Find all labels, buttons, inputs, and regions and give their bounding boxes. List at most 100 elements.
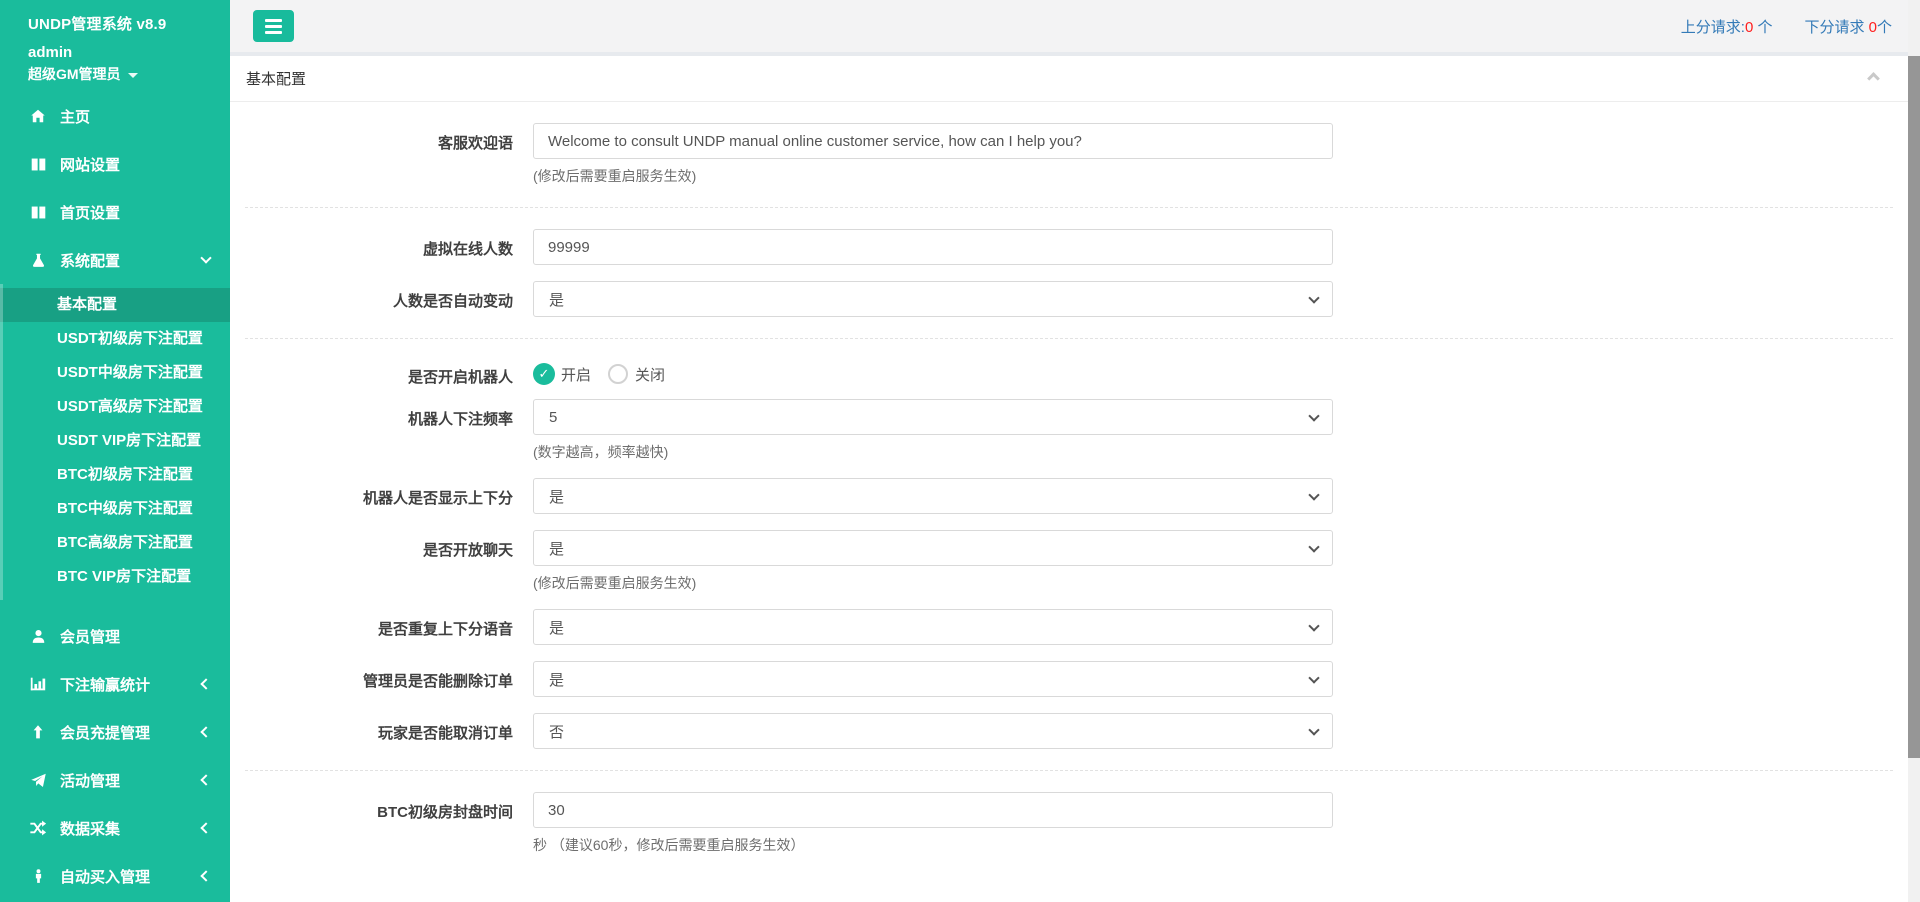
selected-value: 是 [549,669,564,690]
app-root: UNDP管理系统 v8.9 admin 超级GM管理员 主页 网站设置 [0,0,1920,902]
selected-value: 是 [549,538,564,559]
arrow-up-icon [28,722,48,742]
field-hint: 秒 （建议60秒，修改后需要重启服务生效） [533,835,1333,855]
form-row: 客服欢迎语 (修改后需要重启服务生效) [230,123,1908,186]
robot-show-updown-select[interactable]: 是 [533,478,1333,514]
down-request-count: 0 [1869,19,1877,36]
robot-enable-radio-group: ✓ 开启 关闭 [533,360,1333,385]
chevron-down-icon [1308,620,1319,631]
sidebar-toggle-button[interactable] [253,10,294,42]
down-request-stat[interactable]: 下分请求 0个 [1804,16,1892,37]
home-icon [28,106,48,126]
chevron-down-icon [1308,541,1319,552]
paper-plane-icon [28,770,48,790]
chevron-down-icon [1308,672,1319,683]
robot-bet-frequency-select[interactable]: 5 [533,399,1333,435]
sidebar-item-home[interactable]: 主页 [0,92,230,140]
sidebar-item-data-collection[interactable]: 数据采集 [0,804,230,852]
field-hint: (修改后需要重启服务生效) [533,166,1333,186]
sidebar-subitem-btc-senior-config[interactable]: BTC高级房下注配置 [0,526,230,560]
chevron-down-icon [1308,724,1319,735]
sidebar-item-label: 首页设置 [60,202,120,223]
radio-checked-icon: ✓ [533,363,555,385]
field-hint: (数字越高，频率越快) [533,442,1333,462]
btc-junior-seal-time-input[interactable] [533,792,1333,828]
field-label: 是否开放聊天 [230,530,513,593]
sidebar-item-label: 网站设置 [60,154,120,175]
sidebar-item-label: 会员管理 [60,626,120,647]
player-cancel-order-select[interactable]: 否 [533,713,1333,749]
field-label: 是否重复上下分语音 [230,609,513,645]
sidebar-item-label: 自动买入管理 [60,866,150,887]
sidebar-item-label: 系统配置 [60,250,120,271]
flask-icon [28,250,48,270]
field-label: 虚拟在线人数 [230,229,513,265]
sidebar-item-member-management[interactable]: 会员管理 [0,612,230,660]
scrollbar-thumb[interactable] [1908,56,1920,758]
chevron-down-icon [1308,292,1319,303]
form-row: 人数是否自动变动 是 [230,281,1908,317]
form-row: 机器人下注频率 5 (数字越高，频率越快) [230,399,1908,462]
sidebar-item-activity-management[interactable]: 活动管理 [0,756,230,804]
auto-change-select[interactable]: 是 [533,281,1333,317]
radio-unchecked-icon [608,364,628,384]
sidebar-item-system-config[interactable]: 系统配置 [0,236,230,284]
male-icon [28,866,48,886]
sidebar-subitem-btc-junior-config[interactable]: BTC初级房下注配置 [0,458,230,492]
welcome-message-input[interactable] [533,123,1333,159]
selected-value: 否 [549,721,564,742]
selected-value: 是 [549,289,564,310]
basic-config-form: 客服欢迎语 (修改后需要重启服务生效) 虚拟在线人数 人数是否自动 [230,102,1908,899]
user-icon [28,626,48,646]
field-label: 人数是否自动变动 [230,281,513,317]
form-row: BTC初级房封盘时间 秒 （建议60秒，修改后需要重启服务生效） [230,792,1908,855]
chevron-left-icon [200,678,211,689]
sidebar-subitem-usdt-middle-config[interactable]: USDT中级房下注配置 [0,356,230,390]
form-row: 机器人是否显示上下分 是 [230,478,1908,514]
topbar: 上分请求:0 个 下分请求 0个 [230,0,1908,52]
page-scrollbar [1908,0,1920,902]
sidebar-item-label: 下注输赢统计 [60,674,150,695]
topbar-stats: 上分请求:0 个 下分请求 0个 [1681,16,1898,37]
sidebar-subitem-basic-config[interactable]: 基本配置 [0,288,230,322]
sidebar-subitem-btc-vip-config[interactable]: BTC VIP房下注配置 [0,560,230,594]
radio-option-off[interactable]: 关闭 [607,363,665,385]
chevron-left-icon [200,774,211,785]
field-label: 机器人是否显示上下分 [230,478,513,514]
sidebar-item-bet-winloss-stats[interactable]: 下注输赢统计 [0,660,230,708]
sidebar-nav: 主页 网站设置 首页设置 系统配置 [0,92,230,900]
username: admin [28,44,230,61]
role-dropdown[interactable]: 超级GM管理员 [28,64,230,84]
collapse-chevron-icon[interactable] [1867,72,1880,85]
sidebar-subitem-usdt-senior-config[interactable]: USDT高级房下注配置 [0,390,230,424]
hamburger-icon [265,19,282,22]
field-label: 玩家是否能取消订单 [230,713,513,749]
sidebar-subitem-usdt-vip-config[interactable]: USDT VIP房下注配置 [0,424,230,458]
chevron-left-icon [200,726,211,737]
sidebar-subitem-btc-middle-config[interactable]: BTC中级房下注配置 [0,492,230,526]
up-request-stat[interactable]: 上分请求:0 个 [1681,16,1773,37]
field-label: BTC初级房封盘时间 [230,792,513,855]
sidebar-item-site-settings[interactable]: 网站设置 [0,140,230,188]
sidebar-subitem-usdt-junior-config[interactable]: USDT初级房下注配置 [0,322,230,356]
main-area: 上分请求:0 个 下分请求 0个 基本配置 客服欢迎语 (修改后需要重启服务生效… [230,0,1908,902]
selected-value: 5 [549,409,557,426]
section-divider [245,770,1893,771]
radio-option-on[interactable]: ✓ 开启 [533,363,591,385]
repeat-updown-voice-select[interactable]: 是 [533,609,1333,645]
form-row: 管理员是否能删除订单 是 [230,661,1908,697]
form-row: 玩家是否能取消订单 否 [230,713,1908,749]
form-row: 是否开放聊天 是 (修改后需要重启服务生效) [230,530,1908,593]
admin-delete-order-select[interactable]: 是 [533,661,1333,697]
shuffle-icon [28,818,48,838]
chat-enable-select[interactable]: 是 [533,530,1333,566]
sidebar-item-homepage-settings[interactable]: 首页设置 [0,188,230,236]
sidebar-item-label: 主页 [60,106,90,127]
sidebar-item-member-deposit-management[interactable]: 会员充提管理 [0,708,230,756]
selected-value: 是 [549,617,564,638]
virtual-online-count-input[interactable] [533,229,1333,265]
chevron-down-icon [200,252,211,263]
panel-header: 基本配置 [230,56,1908,102]
sidebar-item-auto-buy-management[interactable]: 自动买入管理 [0,852,230,900]
chevron-down-icon [1308,410,1319,421]
